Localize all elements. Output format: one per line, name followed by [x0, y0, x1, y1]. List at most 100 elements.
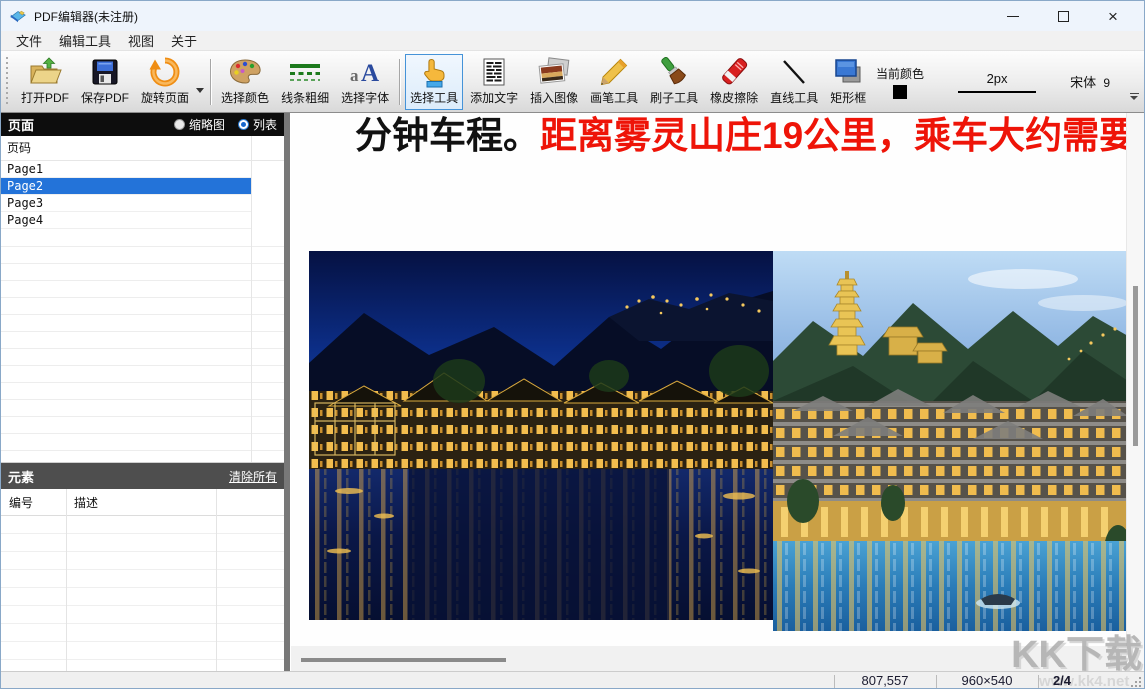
- document-text-line: 分钟车程。距离雾灵山庄19公里，乘车大约需要3: [355, 113, 1128, 161]
- elements-column-desc: 描述: [74, 495, 99, 510]
- minimize-button[interactable]: [1002, 5, 1024, 27]
- status-page-size: 960×540: [961, 673, 1013, 688]
- rectangle-tool-button[interactable]: 矩形框: [825, 54, 871, 110]
- sidebar-splitter[interactable]: [284, 113, 291, 671]
- menu-file[interactable]: 文件: [16, 31, 42, 50]
- menu-about[interactable]: 关于: [171, 31, 197, 50]
- current-color-indicator[interactable]: 当前颜色: [876, 65, 924, 99]
- page-list-item-selected[interactable]: Page2: [1, 178, 251, 195]
- vertical-scrollbar[interactable]: [1126, 113, 1144, 671]
- toolbar-grip[interactable]: [6, 56, 10, 107]
- font-name: 宋体: [1070, 75, 1097, 90]
- pdf-editor-window: PDF编辑器(未注册) × 文件 编辑工具 视图 关于 打开PDF 保存PDF …: [0, 0, 1145, 689]
- pages-panel-title: 页面: [8, 118, 35, 133]
- add-text-button[interactable]: 添加文字: [465, 54, 523, 110]
- pages-column-header: 页码: [1, 136, 284, 161]
- window-title: PDF编辑器(未注册): [34, 9, 138, 24]
- elements-panel-title: 元素: [8, 469, 35, 485]
- menubar: 文件 编辑工具 视图 关于: [1, 31, 1144, 51]
- elements-empty-rows: [1, 516, 284, 671]
- titlebar: PDF编辑器(未注册) ×: [1, 1, 1144, 31]
- color-palette-icon: [228, 57, 262, 88]
- eraser-tool-button[interactable]: 橡皮擦除: [705, 54, 763, 110]
- status-page-indicator: 2/4: [1052, 673, 1072, 688]
- add-text-icon: [481, 57, 507, 88]
- page-list-item[interactable]: Page1: [1, 161, 251, 178]
- radio-icon: [237, 119, 249, 130]
- minimize-icon: [1007, 15, 1019, 17]
- photo-twilight-pagoda-town: [773, 251, 1128, 631]
- menu-view[interactable]: 视图: [128, 31, 154, 50]
- horizontal-scrollbar[interactable]: [291, 647, 1126, 671]
- maximize-icon: [1057, 10, 1069, 22]
- line-width-value: 2px: [986, 70, 1008, 86]
- menu-edit-tools[interactable]: 编辑工具: [59, 31, 111, 50]
- close-icon: ×: [1108, 6, 1118, 26]
- maximize-button[interactable]: [1052, 5, 1074, 27]
- elements-list: 编号 描述: [1, 489, 284, 671]
- line-tool-button[interactable]: 直线工具: [765, 54, 823, 110]
- app-icon: [10, 10, 26, 23]
- open-pdf-icon: [28, 57, 62, 88]
- insert-image-button[interactable]: 插入图像: [525, 54, 583, 110]
- photo-night-watertown: [309, 251, 773, 620]
- radio-thumbnail-view[interactable]: 缩略图: [173, 116, 225, 133]
- elements-column-divider: [66, 489, 67, 671]
- elements-column-id: 编号: [9, 495, 34, 510]
- horizontal-scrollbar-thumb[interactable]: [301, 658, 506, 662]
- insert-image-icon: [537, 57, 571, 88]
- pages-empty-rows: [1, 230, 284, 462]
- save-pdf-icon: [90, 57, 120, 88]
- line-width-button[interactable]: 线条粗细: [276, 54, 334, 110]
- line-width-icon: [287, 57, 323, 88]
- svg-text:A: A: [361, 60, 379, 87]
- font-select-button[interactable]: a A 选择字体: [336, 54, 394, 110]
- save-pdf-button[interactable]: 保存PDF: [76, 54, 134, 110]
- resize-grip[interactable]: [1131, 677, 1141, 687]
- line-tool-icon: [779, 57, 809, 88]
- toolbar-overflow-button[interactable]: [1128, 93, 1140, 100]
- document-text-black: 分钟车程。: [355, 115, 540, 156]
- clear-all-link[interactable]: 清除所有: [229, 468, 277, 485]
- document-text-red: 距离雾灵山庄19公里，乘车大约需要3: [540, 115, 1128, 156]
- line-width-indicator[interactable]: 2px: [958, 70, 1037, 93]
- pdf-page[interactable]: 分钟车程。距离雾灵山庄19公里，乘车大约需要3: [291, 113, 1128, 646]
- pencil-tool-icon: [599, 57, 629, 88]
- eraser-tool-icon: [718, 57, 750, 88]
- status-cursor-position: 807,557: [861, 673, 909, 688]
- select-tool-icon: [419, 57, 449, 88]
- pencil-tool-button[interactable]: 画笔工具: [585, 54, 643, 110]
- rotate-page-button[interactable]: 旋转页面: [136, 54, 194, 110]
- brush-tool-button[interactable]: 刷子工具: [645, 54, 703, 110]
- line-width-sample: [958, 90, 1037, 93]
- current-color-label: 当前颜色: [876, 66, 925, 81]
- color-picker-button[interactable]: 选择颜色: [216, 54, 274, 110]
- pages-list: 页码 Page1 Page2 Page3 Page4: [1, 136, 284, 463]
- toolbar: 打开PDF 保存PDF 旋转页面 选择颜色 线条粗细 a A 选择字体 选择工具…: [1, 51, 1144, 113]
- sidebar: 页面 缩略图 列表 页码 Page1 Page2 Page3 Page4 元素 …: [1, 113, 284, 671]
- radio-list-view[interactable]: 列表: [237, 116, 277, 133]
- elements-column-divider: [216, 489, 217, 671]
- current-color-swatch: [893, 84, 908, 99]
- chevron-down-icon: [1130, 96, 1138, 100]
- statusbar: www.kk4.net 807,557 960×540 2/4: [1, 671, 1144, 688]
- close-button[interactable]: ×: [1102, 5, 1124, 27]
- vertical-scrollbar-thumb[interactable]: [1133, 286, 1138, 446]
- select-tool-button[interactable]: 选择工具: [405, 53, 464, 110]
- document-canvas[interactable]: 分钟车程。距离雾灵山庄19公里，乘车大约需要3: [291, 113, 1144, 671]
- font-size: 9: [1103, 76, 1110, 90]
- radio-icon: [173, 119, 185, 130]
- pages-panel-header: 页面 缩略图 列表: [1, 113, 284, 136]
- brush-tool-icon: [658, 57, 690, 88]
- elements-panel-header: 元素 清除所有: [1, 463, 284, 489]
- rotate-page-icon: [149, 56, 181, 88]
- font-indicator[interactable]: 宋体 9: [1070, 72, 1110, 91]
- svg-text:a: a: [350, 66, 359, 85]
- page-list-item[interactable]: Page4: [1, 212, 251, 229]
- font-select-icon: a A: [348, 57, 382, 88]
- rotate-page-dropdown-arrow[interactable]: [196, 88, 205, 93]
- pages-column-divider: [251, 136, 252, 462]
- open-pdf-button[interactable]: 打开PDF: [16, 54, 74, 110]
- toolbar-separator: [210, 58, 212, 105]
- page-list-item[interactable]: Page3: [1, 195, 251, 212]
